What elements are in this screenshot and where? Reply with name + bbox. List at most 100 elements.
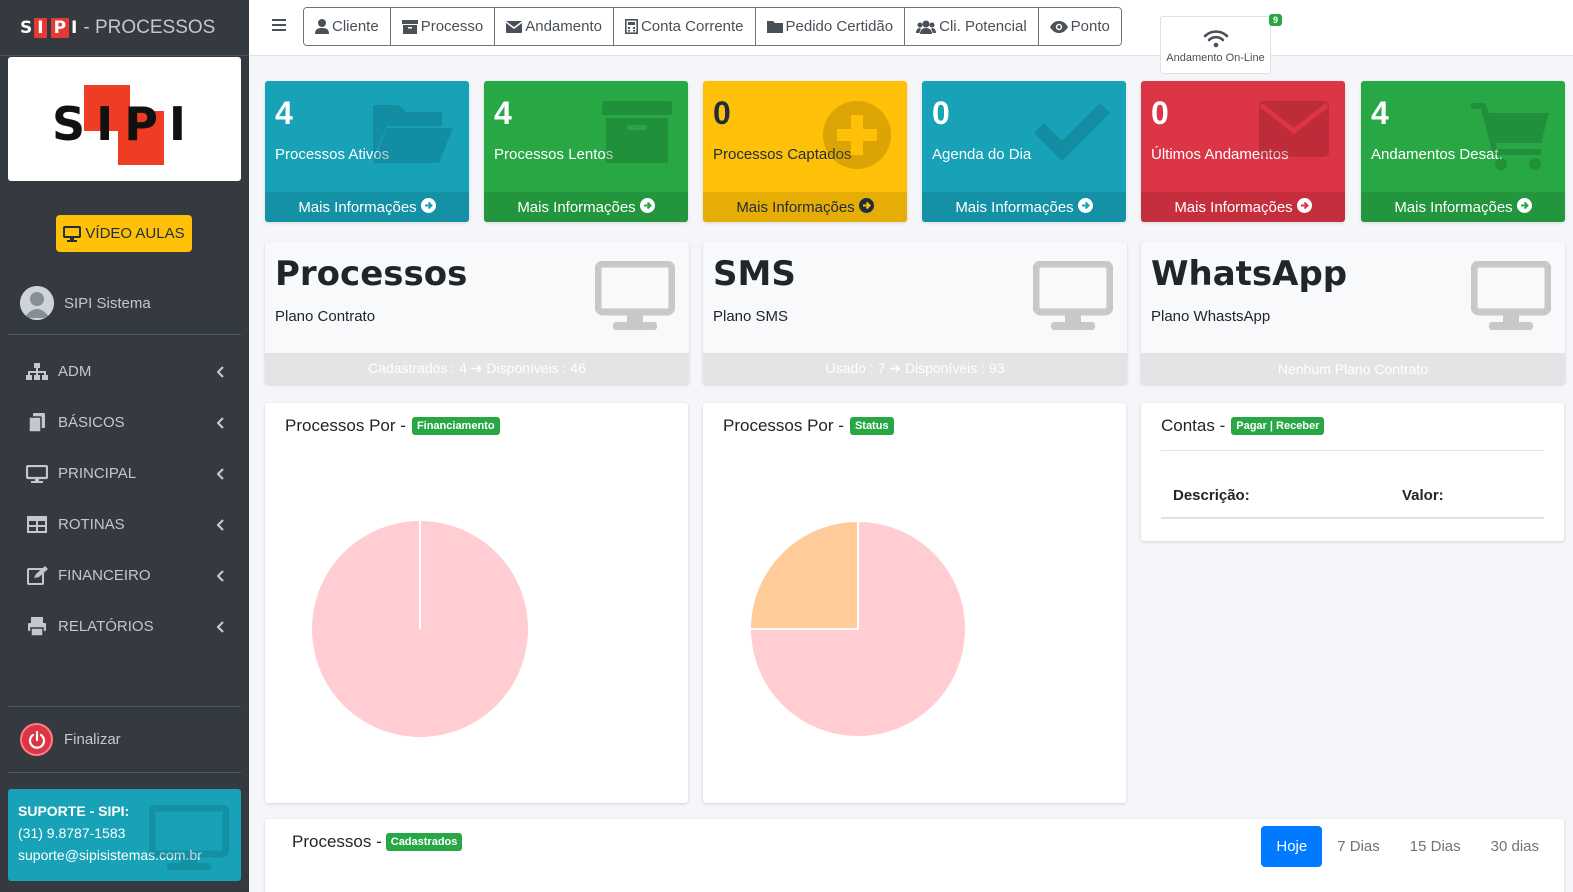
sidebar: S I P I - PROCESSOS SIPI VÍDEO AULAS SIP… [0, 0, 249, 892]
andamento-online-button[interactable]: Andamento On-Line 9 [1160, 14, 1282, 74]
arrow-circle-right-icon [639, 197, 655, 217]
andamento-online-label: Andamento On-Line [1166, 52, 1265, 64]
folder-icon [766, 21, 783, 33]
mais-informacoes-link[interactable]: Mais Informações [703, 192, 907, 222]
sidebar-item-label: ROTINAS [58, 516, 125, 533]
sipi-logo: SIPI [8, 57, 241, 181]
pedido-certidao-button[interactable]: Pedido Certidão [755, 8, 906, 45]
tab-7-dias[interactable]: 7 Dias [1322, 826, 1395, 867]
contas-card-tag: Pagar | Receber [1231, 417, 1325, 435]
sidebar-item-adm[interactable]: ADM [8, 346, 241, 397]
small-box-value: 0 [713, 95, 731, 131]
small-box-processos-ativos: 4 Processos Ativos Mais Informações [265, 81, 469, 222]
ponto-button[interactable]: Ponto [1038, 8, 1121, 45]
mais-informacoes-link[interactable]: Mais Informações [922, 192, 1126, 222]
chevron-left-icon [216, 365, 225, 382]
sidebar-item-relatorios[interactable]: RELATÓRIOS [8, 601, 241, 652]
info-card-sms: SMS Plano SMS Usado : 7 ➔ Disponíveis : … [703, 242, 1127, 384]
brand-logo: S I P I [20, 13, 77, 43]
tab-15-dias[interactable]: 15 Dias [1395, 826, 1476, 867]
mais-informacoes-label: Mais Informações [736, 198, 855, 216]
chart-card-status: Processos Por - Status [703, 403, 1126, 803]
shortcut-toolbar: Cliente Processo Andamento Conta Corrent… [303, 7, 1122, 46]
desktop-icon [1470, 260, 1552, 336]
brand-logo-letter: I [71, 17, 78, 38]
contas-table-header: Descrição: Valor: [1161, 451, 1544, 519]
topbar: Cliente Processo Andamento Conta Corrent… [249, 0, 1573, 74]
column-header-valor: Valor: [1402, 487, 1444, 504]
plus-circle-icon [823, 101, 891, 174]
pie-slice-1[interactable] [748, 519, 859, 630]
sidebar-item-principal[interactable]: PRINCIPAL [8, 448, 241, 499]
video-aulas-button[interactable]: VÍDEO AULAS [56, 215, 192, 252]
small-box-caption: Agenda do Dia [932, 146, 1032, 163]
user-icon [315, 19, 329, 34]
sipi-logo-text: SIPI [51, 97, 198, 151]
envelope-icon [506, 20, 523, 33]
mais-informacoes-link[interactable]: Mais Informações [265, 192, 469, 222]
cliente-label: Cliente [332, 18, 379, 35]
cart-icon [1471, 101, 1549, 176]
conta-corrente-label: Conta Corrente [640, 18, 744, 35]
desktop-icon [148, 804, 230, 874]
small-box-processos-lentos: 4 Processos Lentos Mais Informações [484, 81, 688, 222]
sidebar-item-basicos[interactable]: BÁSICOS [8, 397, 241, 448]
small-box-value: 4 [494, 95, 512, 131]
check-icon [1034, 101, 1110, 166]
logout-label: Finalizar [64, 731, 121, 748]
logout-button[interactable]: Finalizar [8, 706, 241, 773]
edit-icon [24, 566, 50, 585]
small-box-agenda-do-dia: 0 Agenda do Dia Mais Informações [922, 81, 1126, 222]
info-card-footer: Cadastrados : 4 ➔ Disponíveis : 46 [265, 353, 689, 384]
eye-icon [1049, 20, 1068, 33]
support-box: SUPORTE - SIPI: (31) 9.8787-1583 suporte… [8, 789, 241, 881]
desktop-icon [63, 225, 82, 242]
andamento-label: Andamento [525, 18, 602, 35]
cliente-button[interactable]: Cliente [304, 8, 391, 45]
sidebar-item-rotinas[interactable]: ROTINAS [8, 499, 241, 550]
pie-chart-financiamento [312, 521, 528, 737]
sidebar-item-financeiro[interactable]: FINANCEIRO [8, 550, 241, 601]
conta-corrente-button[interactable]: Conta Corrente [613, 8, 756, 45]
bottom-card-title: Processos - [292, 832, 382, 851]
mais-informacoes-link[interactable]: Mais Informações [1361, 192, 1565, 222]
user-panel[interactable]: SIPI Sistema [8, 272, 241, 335]
small-box-andamentos-desat: 4 Andamentos Desat. Mais Informações [1361, 81, 1565, 222]
mais-informacoes-label: Mais Informações [298, 198, 417, 216]
info-card-title: WhatsApp [1151, 254, 1348, 294]
desktop-icon [1032, 260, 1114, 336]
column-header-descricao: Descrição: [1173, 487, 1250, 504]
menu-toggle-icon[interactable] [271, 18, 287, 37]
sidebar-item-label: RELATÓRIOS [58, 618, 154, 635]
small-box-processos-captados: 0 Processos Captados Mais Informações [703, 81, 907, 222]
contas-table: Descrição: Valor: [1161, 450, 1544, 519]
mais-informacoes-link[interactable]: Mais Informações [484, 192, 688, 222]
archive-icon [602, 101, 672, 168]
cli-potencial-button[interactable]: Cli. Potencial [905, 8, 1039, 45]
info-card-title: SMS [713, 254, 796, 294]
tab-hoje[interactable]: Hoje [1261, 826, 1323, 867]
chevron-left-icon [216, 416, 225, 433]
chevron-left-icon [216, 467, 225, 484]
arrow-circle-right-icon [1077, 197, 1093, 217]
andamento-button[interactable]: Andamento [495, 8, 614, 45]
processo-label: Processo [420, 18, 484, 35]
notification-badge: 9 [1268, 14, 1282, 26]
tab-30-dias[interactable]: 30 dias [1476, 826, 1554, 867]
info-card-whatsapp: WhatsApp Plano WhastsApp Nenhum Plano Co… [1141, 242, 1565, 384]
user-name: SIPI Sistema [64, 294, 151, 312]
mais-informacoes-label: Mais Informações [1174, 198, 1293, 216]
brand-text: - PROCESSOS [83, 16, 216, 38]
archive-icon [401, 19, 418, 34]
desktop-icon [594, 260, 676, 336]
info-card-title: Processos [275, 254, 468, 294]
info-card-subtitle: Plano WhastsApp [1151, 308, 1271, 325]
mais-informacoes-link[interactable]: Mais Informações [1141, 192, 1345, 222]
processo-button[interactable]: Processo [390, 8, 496, 45]
chevron-left-icon [216, 569, 225, 586]
brand-logo-letter: S [20, 17, 33, 38]
brand-link[interactable]: S I P I - PROCESSOS [0, 0, 249, 56]
arrow-circle-right-icon [420, 197, 436, 217]
info-card-footer: Nenhum Plano Contrato [1141, 353, 1565, 384]
bottom-card-tag: Cadastrados [385, 833, 463, 851]
